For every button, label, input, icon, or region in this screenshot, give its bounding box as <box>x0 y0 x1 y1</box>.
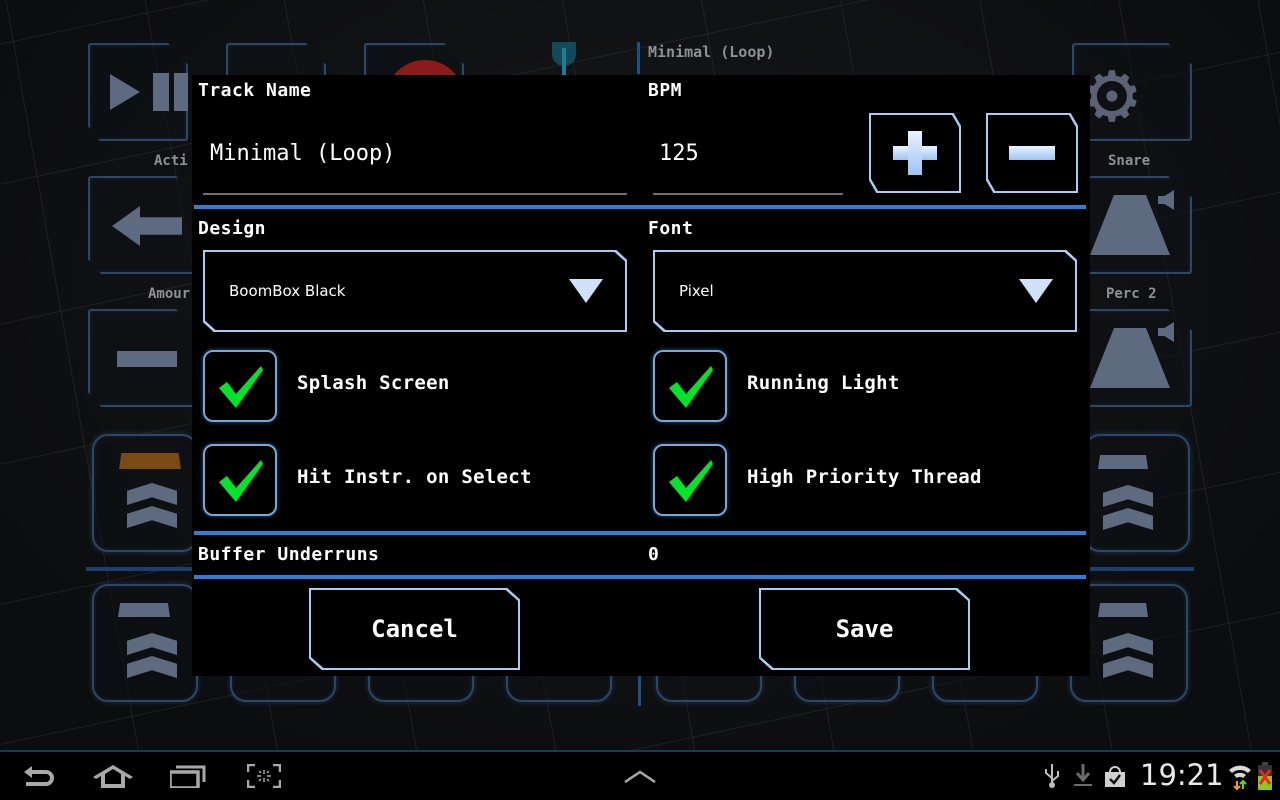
separator-3 <box>194 575 1086 579</box>
plus-icon <box>871 115 959 191</box>
bpm-underline <box>653 193 843 195</box>
trapezoid-icon <box>1098 603 1148 617</box>
track-title: Minimal (Loop) <box>648 43 775 61</box>
design-label: Design <box>198 218 267 239</box>
store-icon <box>1105 766 1125 787</box>
running-light-label: Running Light <box>747 372 900 394</box>
track-name-underline <box>203 193 627 195</box>
buffer-underruns-label: Buffer Underruns <box>198 544 380 565</box>
gear-icon: ⚙ <box>1086 43 1138 143</box>
splash-screen-checkbox[interactable] <box>203 350 277 422</box>
minus-bar-icon <box>117 351 177 367</box>
action-label: Acti <box>154 153 188 169</box>
chevron-down-icon <box>569 279 603 303</box>
trapezoid-icon <box>118 603 170 617</box>
checkmark-icon <box>669 460 713 502</box>
checkmark-icon <box>219 366 263 408</box>
screenshot-icon[interactable] <box>247 764 281 788</box>
pause-icon <box>153 73 169 111</box>
running-light-checkbox[interactable] <box>653 350 727 422</box>
track-name-input[interactable]: Minimal (Loop) <box>210 141 395 166</box>
home-icon[interactable] <box>92 764 134 788</box>
design-dropdown-value: BoomBox Black <box>229 282 346 300</box>
cancel-button[interactable]: Cancel <box>309 588 520 670</box>
snare-label: Snare <box>1108 153 1151 169</box>
menu-up-icon[interactable] <box>624 770 656 784</box>
amount-label: Amour <box>148 286 191 302</box>
buffer-underruns-value: 0 <box>648 544 660 565</box>
high-priority-thread-label: High Priority Thread <box>747 466 982 488</box>
high-priority-thread-checkbox[interactable] <box>653 444 727 516</box>
design-dropdown[interactable]: BoomBox Black <box>203 250 627 332</box>
font-label: Font <box>648 218 694 239</box>
wifi-icon <box>1229 765 1251 790</box>
antenna-stem <box>562 48 566 76</box>
bpm-decrement-button[interactable] <box>986 113 1078 193</box>
download-icon <box>1074 764 1092 786</box>
pause-icon-bar <box>174 73 188 111</box>
system-navigation-bar: 19:21 <box>0 752 1280 800</box>
track-name-label: Track Name <box>198 80 312 101</box>
back-icon[interactable] <box>22 764 56 788</box>
bg-divider-right <box>1088 567 1194 571</box>
usb-icon <box>1045 764 1059 788</box>
font-dropdown-value: Pixel <box>679 282 714 300</box>
trapezoid-icon <box>119 453 181 469</box>
play-icon <box>110 74 140 110</box>
font-dropdown[interactable]: Pixel <box>653 250 1077 332</box>
track-title-divider <box>637 42 640 74</box>
track-settings-dialog: Track Name Minimal (Loop) BPM 125 Design… <box>192 75 1090 676</box>
separator-1 <box>194 205 1086 209</box>
separator-2 <box>194 531 1086 535</box>
minus-icon <box>1009 146 1055 160</box>
clock: 19:21 <box>1140 758 1224 792</box>
recent-apps-icon[interactable] <box>170 764 206 788</box>
chevron-down-icon <box>1019 279 1053 303</box>
splash-screen-label: Splash Screen <box>297 372 450 394</box>
hit-instr-on-select-label: Hit Instr. on Select <box>297 466 532 488</box>
bpm-label: BPM <box>648 80 683 101</box>
bottom-center-divider <box>638 676 641 706</box>
cancel-button-label: Cancel <box>371 615 458 643</box>
trapezoid-icon <box>1098 455 1148 469</box>
hit-instr-on-select-checkbox[interactable] <box>203 444 277 516</box>
save-button[interactable]: Save <box>759 588 970 670</box>
battery-icon <box>1258 762 1272 790</box>
bpm-input[interactable]: 125 <box>659 141 699 166</box>
checkmark-icon <box>219 460 263 502</box>
perc2-label: Perc 2 <box>1106 286 1157 302</box>
bg-divider-left <box>86 567 196 571</box>
save-button-label: Save <box>835 615 894 643</box>
checkmark-icon <box>669 366 713 408</box>
bpm-increment-button[interactable] <box>869 113 961 193</box>
